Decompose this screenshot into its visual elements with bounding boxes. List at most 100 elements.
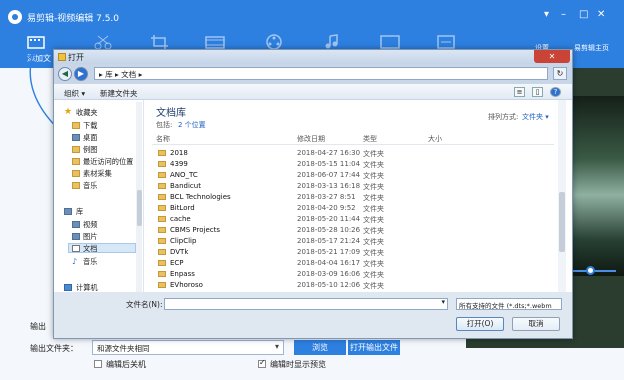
preview-slider-knob[interactable] <box>586 266 595 275</box>
file-date: 2018-05-21 17:09 <box>297 248 361 256</box>
examples-folder-icon <box>72 146 80 153</box>
column-name-header[interactable]: 名称 <box>156 134 170 144</box>
file-name: EVhoroso <box>170 281 203 289</box>
help-icon[interactable]: ? <box>550 87 561 97</box>
library-icon <box>64 208 72 215</box>
file-row[interactable]: 2018 2018-04-27 16:30 文件夹 <box>144 148 554 159</box>
open-output-folder-button[interactable]: 打开输出文件 <box>348 340 400 355</box>
refresh-icon[interactable]: ↻ <box>553 67 567 80</box>
file-name: ClipClip <box>170 237 197 245</box>
column-header-divider <box>152 144 554 145</box>
nav-music-2[interactable]: 音乐 <box>83 257 97 267</box>
dialog-close-button[interactable]: ✕ <box>534 50 570 63</box>
open-file-dialog: 打开 ✕ ◀ ▶ ▸ 库 ▸ 文档 ▸ ↻ 组织 ▾ 新建文件夹 ≡ ▯ ? ★… <box>53 49 573 339</box>
file-row[interactable]: 4399 2018-05-15 11:04 文件夹 <box>144 159 554 170</box>
column-date-header[interactable]: 修改日期 <box>297 134 325 144</box>
file-date: 2018-05-10 12:06 <box>297 281 361 289</box>
nav-video[interactable]: 视频 <box>83 220 97 230</box>
folder-icon <box>158 172 166 178</box>
back-icon[interactable]: ◀ <box>58 67 72 81</box>
file-row[interactable]: ClipClip 2018-05-17 21:24 文件夹 <box>144 236 554 247</box>
file-name: CBMS Projects <box>170 226 220 234</box>
nav-library[interactable]: 库 <box>76 207 83 217</box>
organize-button[interactable]: 组织 ▾ <box>64 88 85 99</box>
file-row[interactable]: BitLord 2018-04-20 9:52 文件夹 <box>144 203 554 214</box>
export-icon[interactable] <box>436 34 456 50</box>
file-name: ANO_TC <box>170 171 198 179</box>
file-row[interactable]: Bandicut 2018-03-13 16:18 文件夹 <box>144 181 554 192</box>
maximize-icon[interactable]: □ <box>579 9 588 20</box>
folder-icon <box>158 183 166 189</box>
app-titlebar: 易剪辑-视频编辑 7.5.0 ▾ – □ ✕ <box>0 0 624 34</box>
file-row[interactable]: ECP 2018-04-04 16:17 文件夹 <box>144 258 554 269</box>
forward-icon[interactable]: ▶ <box>74 67 88 81</box>
preview-while-checkbox[interactable] <box>258 358 266 368</box>
favorites-star-icon: ★ <box>64 107 73 117</box>
preview-pane-icon[interactable]: ▯ <box>532 87 543 97</box>
navigation-pane <box>54 100 144 292</box>
nav-examples[interactable]: 例图 <box>83 145 97 155</box>
nav-desktop[interactable]: 桌面 <box>83 133 97 143</box>
arrange-by-dropdown[interactable]: 文件夹 ▾ <box>522 112 549 122</box>
edit-after-checkbox[interactable] <box>94 360 102 368</box>
filename-input[interactable] <box>164 298 448 310</box>
library-includes-label: 包括: <box>156 121 173 129</box>
arrange-by-label: 排列方式: <box>488 113 519 121</box>
column-size-header[interactable]: 大小 <box>428 134 442 144</box>
cancel-button[interactable]: 取消 <box>512 317 560 331</box>
nav-recent[interactable]: 最近访问的位置 <box>83 157 133 167</box>
music-note-icon[interactable] <box>322 34 342 50</box>
address-bar[interactable]: ▸ 库 ▸ 文档 ▸ <box>94 67 548 80</box>
nav-music-1[interactable]: 音乐 <box>83 181 97 191</box>
new-folder-button[interactable]: 新建文件夹 <box>100 88 138 99</box>
file-date: 2018-06-07 17:44 <box>297 171 361 179</box>
browse-button[interactable]: 浏览 <box>294 340 346 355</box>
nav-download[interactable]: 下载 <box>83 121 97 131</box>
view-options-icon[interactable]: ≡ <box>514 87 525 97</box>
file-date: 2018-05-17 21:24 <box>297 237 361 245</box>
subtitle-icon[interactable] <box>380 34 400 50</box>
file-row[interactable]: EVhoroso 2018-05-10 12:06 文件夹 <box>144 280 554 291</box>
library-locations-link[interactable]: 2 个位置 <box>178 120 206 130</box>
film-reel-icon[interactable] <box>264 34 284 50</box>
filename-label: 文件名(N): <box>126 300 163 309</box>
menu-dropdown-icon[interactable]: ▾ <box>544 9 549 20</box>
minimize-icon[interactable]: – <box>561 9 566 20</box>
file-type: 文件夹 <box>363 150 384 158</box>
file-row[interactable]: BCL Technologies 2018-03-27 8:51 文件夹 <box>144 192 554 203</box>
close-icon[interactable]: ✕ <box>597 9 605 20</box>
home-label[interactable]: 易剪辑主页 <box>574 43 609 53</box>
output-folder-label: 输出文件夹： <box>30 344 78 353</box>
file-type: 文件夹 <box>363 216 384 224</box>
folder-icon <box>158 260 166 266</box>
file-list-scrollbar-thumb[interactable] <box>559 192 565 252</box>
nav-scrollbar-thumb[interactable] <box>137 190 142 226</box>
folder-icon <box>158 227 166 233</box>
nav-material[interactable]: 素材采集 <box>83 169 112 179</box>
output-folder-select[interactable]: 和源文件夹相同 <box>92 340 284 355</box>
filetype-select[interactable]: 所有支持的文件 (*.dts;*.webm <box>456 298 562 310</box>
desktop-icon <box>72 134 80 141</box>
library-title: 文档库 <box>156 108 186 119</box>
pictures-library-icon <box>72 233 80 240</box>
folder-icon <box>158 205 166 211</box>
file-row[interactable]: ANO_TC 2018-06-07 17:44 文件夹 <box>144 170 554 181</box>
file-type: 文件夹 <box>363 249 384 257</box>
file-date: 2018-03-27 8:51 <box>297 193 356 201</box>
file-list-pane: 文档库 包括: 2 个位置 排列方式: 文件夹 ▾ 名称 修改日期 类型 大小 … <box>144 100 572 292</box>
nav-favorites[interactable]: 收藏夹 <box>76 108 98 118</box>
file-row[interactable]: cache 2018-05-20 11:44 文件夹 <box>144 214 554 225</box>
file-row[interactable]: DVTk 2018-05-21 17:09 文件夹 <box>144 247 554 258</box>
open-button[interactable]: 打开(O) <box>456 317 504 331</box>
material-folder-icon <box>72 170 80 177</box>
folder-icon <box>158 150 166 156</box>
nav-pictures[interactable]: 图片 <box>83 232 97 242</box>
scissors-icon[interactable] <box>93 34 113 50</box>
preview-while-label: 编辑时显示预览 <box>270 360 326 369</box>
file-row[interactable]: CBMS Projects 2018-05-28 10:26 文件夹 <box>144 225 554 236</box>
file-row[interactable]: Enpass 2018-03-09 16:06 文件夹 <box>144 269 554 280</box>
column-type-header[interactable]: 类型 <box>363 134 377 144</box>
filmstrip-icon[interactable] <box>205 34 225 50</box>
crop-icon[interactable] <box>150 34 170 50</box>
nav-documents[interactable]: 文档 <box>83 244 97 254</box>
